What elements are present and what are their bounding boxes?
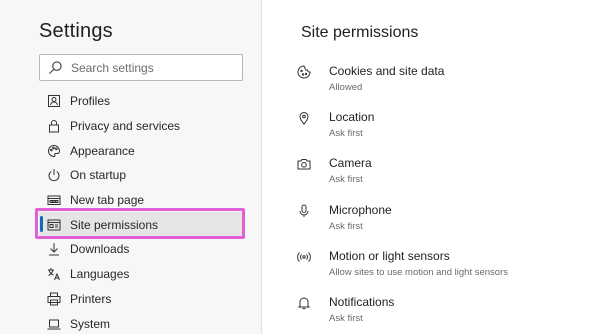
site-permissions-panel: Site permissions Cookies and site data A… xyxy=(263,0,602,334)
permission-microphone[interactable]: Microphone Ask first xyxy=(297,202,587,244)
settings-nav: Profiles Privacy and services Appearance… xyxy=(39,89,245,334)
permission-status: Allow sites to use motion and light sens… xyxy=(329,267,509,278)
search-icon xyxy=(49,61,62,74)
search-input[interactable] xyxy=(71,60,231,75)
permission-location[interactable]: Location Ask first xyxy=(297,109,587,151)
permission-motion-sensors[interactable]: Motion or light sensors Allow sites to u… xyxy=(297,248,587,290)
permission-label: Location xyxy=(329,110,375,124)
search-box[interactable] xyxy=(39,54,243,81)
permission-label: Notifications xyxy=(329,295,395,309)
permission-status: Ask first xyxy=(329,174,363,185)
nav-item-new-tab-page[interactable]: New tab page xyxy=(39,188,245,213)
permission-status: Allowed xyxy=(329,82,363,93)
nav-item-label: Downloads xyxy=(70,242,130,257)
printer-icon xyxy=(47,292,61,306)
palette-icon xyxy=(47,144,61,158)
download-icon xyxy=(47,242,61,256)
nav-item-label: Appearance xyxy=(70,143,135,158)
profile-icon xyxy=(47,94,61,108)
camera-icon xyxy=(297,157,311,171)
nav-item-privacy[interactable]: Privacy and services xyxy=(39,114,245,139)
settings-title: Settings xyxy=(39,20,113,42)
nav-item-on-startup[interactable]: On startup xyxy=(39,163,245,188)
site-permissions-icon xyxy=(47,218,61,232)
nav-item-label: Site permissions xyxy=(70,217,159,232)
nav-item-label: Profiles xyxy=(70,94,111,109)
nav-item-label: On startup xyxy=(70,168,127,183)
permission-notifications[interactable]: Notifications Ask first xyxy=(297,294,587,334)
laptop-icon xyxy=(47,317,61,331)
page-title: Site permissions xyxy=(301,24,419,41)
nav-item-label: Languages xyxy=(70,267,130,282)
nav-item-languages[interactable]: Languages xyxy=(39,262,245,287)
nav-item-profiles[interactable]: Profiles xyxy=(39,89,245,114)
nav-item-label: Printers xyxy=(70,291,112,306)
permission-label: Microphone xyxy=(329,203,392,217)
permission-status: Ask first xyxy=(329,313,363,324)
permission-status: Ask first xyxy=(329,128,363,139)
cookie-icon xyxy=(297,65,311,79)
microphone-icon xyxy=(297,204,311,218)
new-tab-icon xyxy=(47,193,61,207)
nav-item-downloads[interactable]: Downloads xyxy=(39,237,245,262)
nav-item-label: System xyxy=(70,316,111,331)
permission-status: Ask first xyxy=(329,221,363,232)
location-icon xyxy=(297,111,311,125)
settings-sidebar: Settings Profiles Privacy and services A… xyxy=(0,0,262,334)
permission-label: Cookies and site data xyxy=(329,64,445,78)
nav-item-appearance[interactable]: Appearance xyxy=(39,138,245,163)
lock-icon xyxy=(47,119,61,133)
bell-icon xyxy=(297,296,311,310)
permission-label: Motion or light sensors xyxy=(329,249,450,263)
nav-item-printers[interactable]: Printers xyxy=(39,287,245,312)
permission-cookies[interactable]: Cookies and site data Allowed xyxy=(297,63,587,105)
languages-icon xyxy=(47,267,61,281)
nav-item-label: New tab page xyxy=(70,193,145,208)
permission-label: Camera xyxy=(329,156,372,170)
sensor-icon xyxy=(297,250,311,264)
permission-camera[interactable]: Camera Ask first xyxy=(297,155,587,197)
nav-item-system[interactable]: System xyxy=(39,311,245,334)
nav-item-label: Privacy and services xyxy=(70,119,181,134)
nav-item-site-permissions[interactable]: Site permissions xyxy=(39,212,245,238)
power-icon xyxy=(47,168,61,182)
